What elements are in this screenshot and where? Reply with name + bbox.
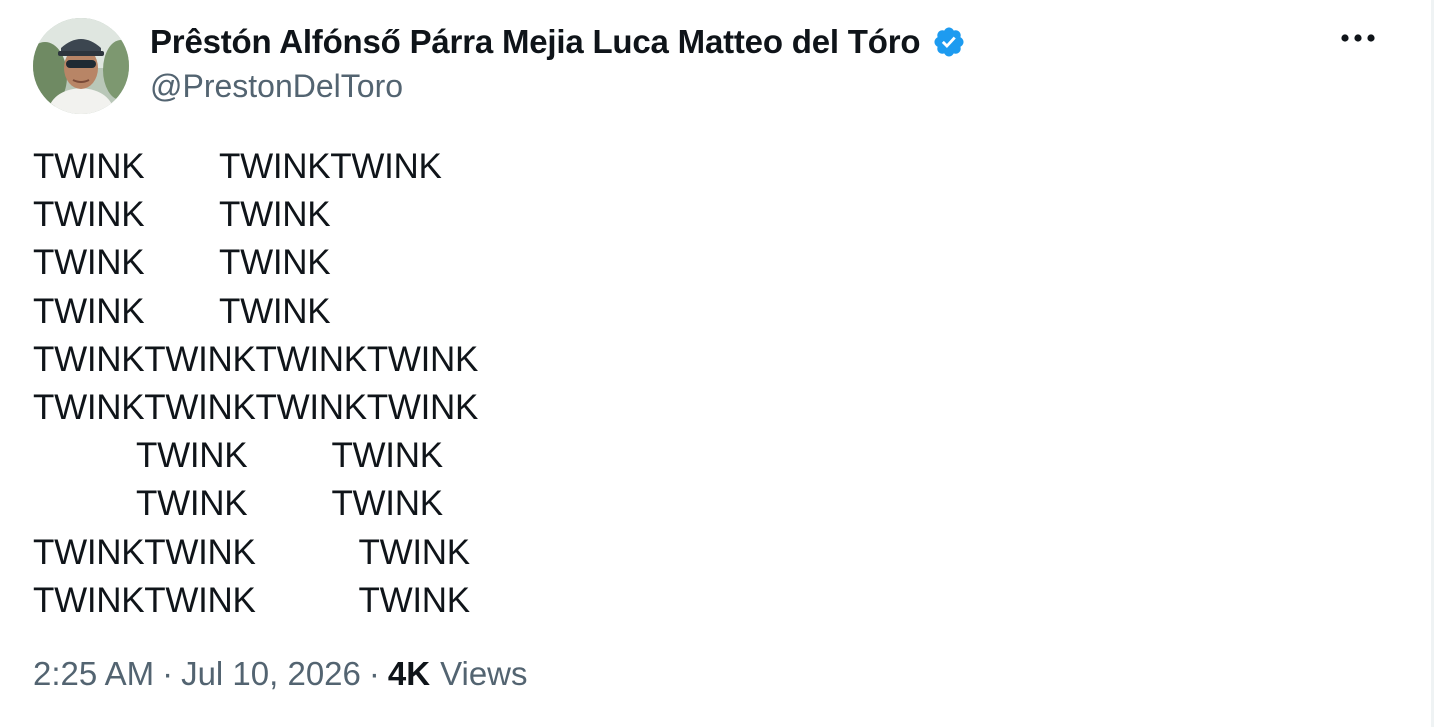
views-count[interactable]: 4K [388, 655, 430, 693]
tweet-time[interactable]: 2:25 AM [33, 655, 154, 693]
meta-separator: · [162, 655, 174, 692]
views-label[interactable]: Views [440, 655, 527, 693]
tweet-date[interactable]: Jul 10, 2026 [181, 655, 361, 693]
verified-badge-icon[interactable] [932, 25, 966, 59]
display-name[interactable]: Prêstón Alfónső Párra Mejia Luca Matteo … [150, 23, 921, 61]
profile-avatar[interactable] [33, 18, 129, 114]
more-icon[interactable] [1338, 20, 1378, 56]
display-name-row: Prêstón Alfónső Párra Mejia Luca Matteo … [150, 18, 966, 66]
meta-separator: · [368, 655, 380, 692]
avatar-image [33, 18, 129, 114]
tweet-meta: 2:25 AM · Jul 10, 2026 · 4K Views [33, 655, 528, 693]
tweet-card: Prêstón Alfónső Párra Mejia Luca Matteo … [0, 0, 1434, 727]
user-handle[interactable]: @PrestonDelToro [150, 68, 403, 105]
tweet-text: TWINK TWINKTWINK TWINK TWINK TWINK TWINK… [33, 147, 479, 620]
